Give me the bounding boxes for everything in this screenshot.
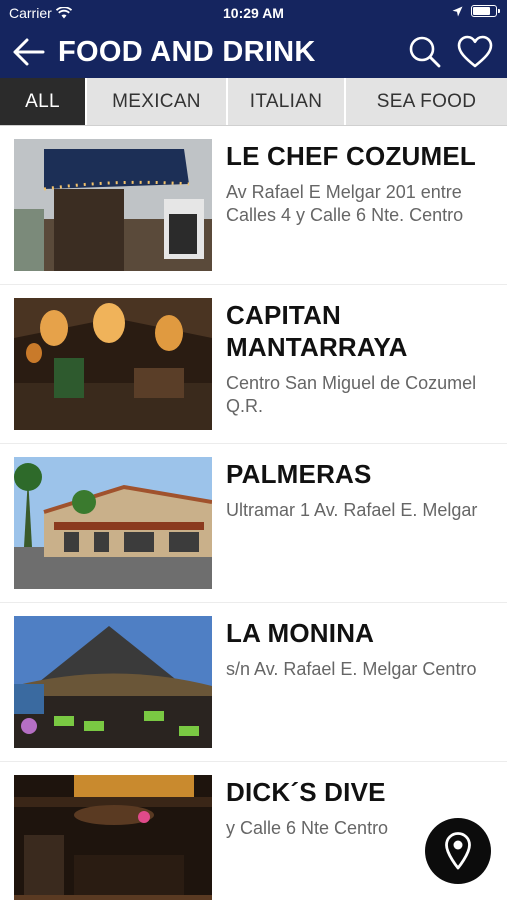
tab-mexican[interactable]: MEXICAN (87, 78, 228, 125)
tab-italian[interactable]: ITALIAN (228, 78, 346, 125)
heart-icon[interactable] (457, 35, 493, 69)
search-icon[interactable] (408, 35, 442, 69)
restaurant-name: PALMERAS (226, 459, 372, 489)
restaurant-name: DICK´S DIVE (226, 777, 386, 807)
restaurant-photo (14, 775, 212, 900)
restaurant-address: s/n Av. Rafael E. Melgar Centro (226, 659, 477, 679)
restaurant-name: CAPITAN MANTARRAYA (226, 300, 408, 362)
restaurant-photo (14, 457, 212, 589)
restaurant-address: Centro San Miguel de Cozumel Q.R. (226, 373, 477, 416)
restaurant-address: Av Rafael E Melgar 201 entre Calles 4 y … (226, 182, 464, 225)
status-bar: Carrier 10:29 AM (0, 0, 507, 26)
page-title: FOOD AND DRINK (58, 36, 316, 68)
restaurant-name: LE CHEF COZUMEL (226, 141, 476, 171)
status-time: 10:29 AM (223, 5, 284, 21)
list-item[interactable]: LA MONINA s/n Av. Rafael E. Melgar Centr… (0, 603, 507, 762)
category-tabs: ALL MEXICAN ITALIAN SEA FOOD (0, 78, 507, 126)
battery-fill (473, 7, 491, 15)
restaurant-photo (14, 139, 212, 271)
map-pin-icon (445, 832, 471, 870)
app-header: Carrier 10:29 AM FOOD AND DRINK (0, 0, 507, 78)
back-arrow-icon[interactable] (12, 37, 46, 67)
tab-all[interactable]: ALL (0, 78, 87, 125)
restaurant-photo (14, 616, 212, 748)
restaurant-name: LA MONINA (226, 618, 375, 648)
list-item[interactable]: LE CHEF COZUMEL Av Rafael E Melgar 201 e… (0, 126, 507, 285)
tab-sea-food[interactable]: SEA FOOD (346, 78, 507, 125)
location-arrow-icon (452, 6, 463, 16)
restaurant-address: y Calle 6 Nte Centro (226, 818, 389, 838)
list-item[interactable]: PALMERAS Ultramar 1 Av. Rafael E. Melgar (0, 444, 507, 603)
restaurant-photo (14, 298, 212, 430)
nav-bar: FOOD AND DRINK (0, 26, 507, 78)
battery-icon (471, 5, 500, 17)
restaurant-list: LE CHEF COZUMEL Av Rafael E Melgar 201 e… (0, 126, 507, 900)
map-button[interactable] (425, 818, 491, 884)
list-item[interactable]: CAPITAN MANTARRAYA Centro San Miguel de … (0, 285, 507, 444)
status-right (452, 5, 500, 17)
restaurant-address: Ultramar 1 Av. Rafael E. Melgar (226, 500, 478, 520)
